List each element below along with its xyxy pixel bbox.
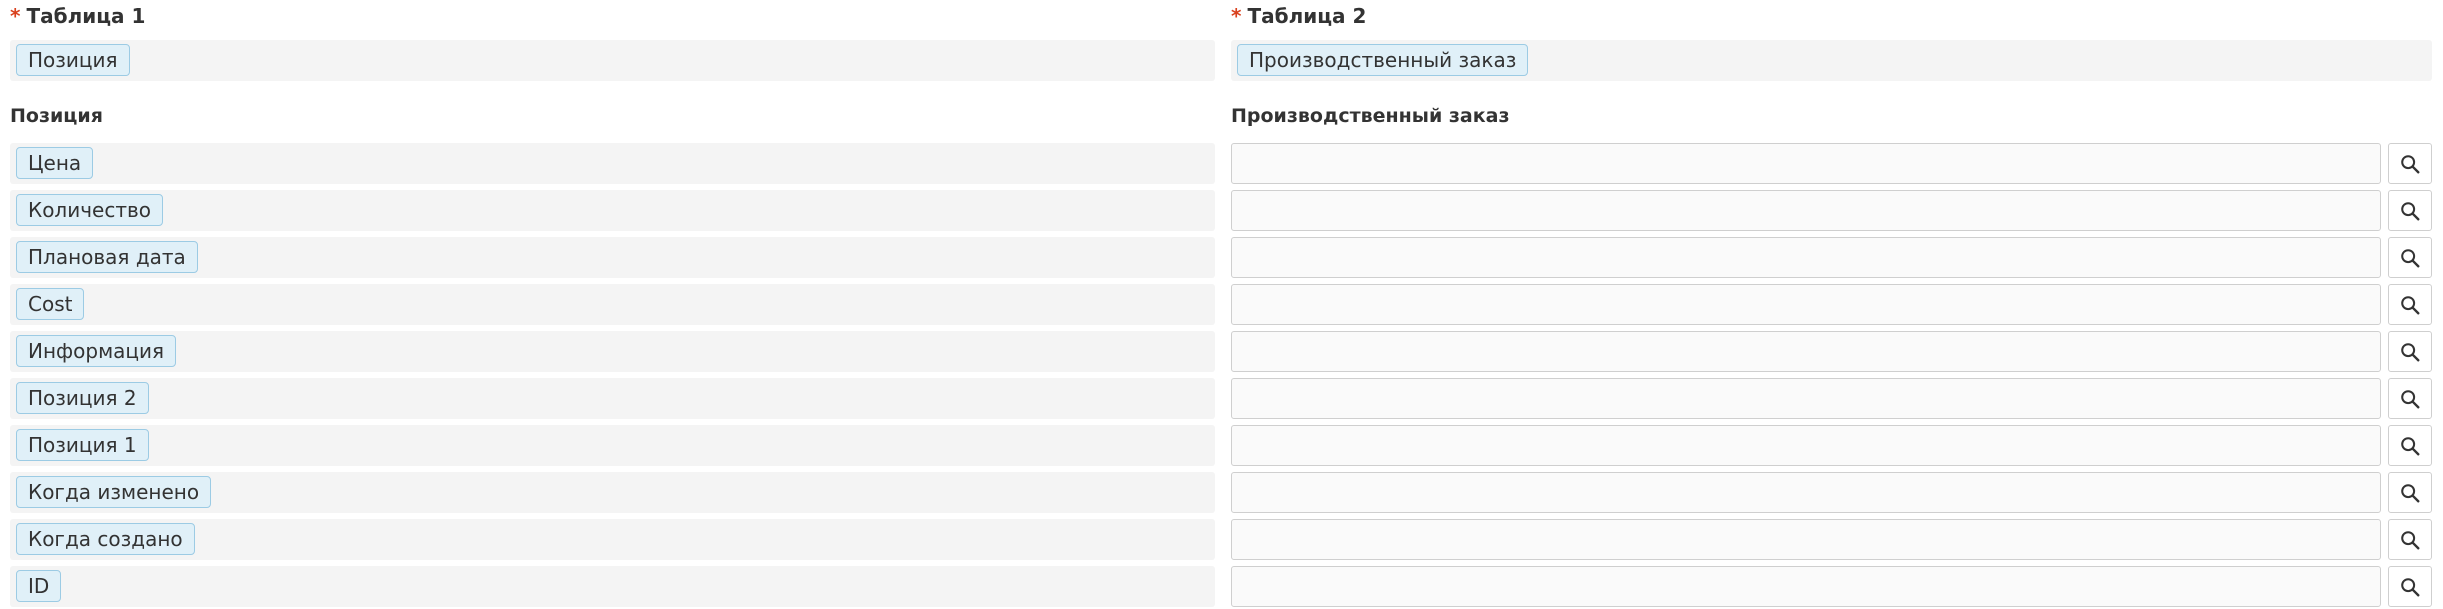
source-field-tag[interactable]: Позиция 1 [16, 429, 149, 461]
target-field-input[interactable] [1231, 284, 2381, 325]
search-button[interactable] [2388, 190, 2432, 231]
source-field-tag[interactable]: Позиция 2 [16, 382, 149, 414]
table-2-label-text: Таблица 2 [1247, 4, 1367, 28]
source-field-row: Когда создано [10, 519, 1215, 560]
source-field-row: Цена [10, 143, 1215, 184]
search-button[interactable] [2388, 566, 2432, 607]
table-2-tag[interactable]: Производственный заказ [1237, 44, 1529, 76]
required-mark: * [1231, 4, 1242, 28]
source-field-row: Когда изменено [10, 472, 1215, 513]
table-1-label: * Таблица 1 [10, 4, 145, 28]
search-icon [2401, 436, 2420, 455]
target-field-input[interactable] [1231, 190, 2381, 231]
target-field-input[interactable] [1231, 519, 2381, 560]
target-field-input[interactable] [1231, 425, 2381, 466]
source-field-tag[interactable]: Когда изменено [16, 476, 212, 508]
source-field-row: Cost [10, 284, 1215, 325]
search-button[interactable] [2388, 378, 2432, 419]
search-icon [2401, 248, 2420, 267]
search-button[interactable] [2388, 143, 2432, 184]
right-fields-heading: Производственный заказ [1231, 105, 1510, 127]
source-field-row: Плановая дата [10, 237, 1215, 278]
search-icon [2401, 201, 2420, 220]
search-icon [2401, 342, 2420, 361]
target-field-input[interactable] [1231, 472, 2381, 513]
search-icon [2401, 577, 2420, 596]
source-field-row: Информация [10, 331, 1215, 372]
table-2-selector[interactable]: Производственный заказ [1231, 40, 2432, 81]
search-button[interactable] [2388, 519, 2432, 560]
source-field-tag[interactable]: Плановая дата [16, 241, 198, 273]
source-field-tag[interactable]: Информация [16, 335, 177, 367]
source-field-row: Позиция 2 [10, 378, 1215, 419]
target-field-input[interactable] [1231, 378, 2381, 419]
source-field-tag[interactable]: ID [16, 570, 62, 602]
search-button[interactable] [2388, 284, 2432, 325]
source-field-tag[interactable]: Когда создано [16, 523, 195, 555]
search-icon [2401, 483, 2420, 502]
source-field-row: Количество [10, 190, 1215, 231]
search-button[interactable] [2388, 237, 2432, 278]
field-mapping-form: * Таблица 1 Позиция Позиция Цена Количест… [0, 0, 2443, 609]
target-field-input[interactable] [1231, 143, 2381, 184]
source-field-tag[interactable]: Cost [16, 288, 85, 320]
source-field-tag[interactable]: Цена [16, 147, 94, 179]
source-field-row: Позиция 1 [10, 425, 1215, 466]
search-icon [2401, 295, 2420, 314]
search-icon [2401, 154, 2420, 173]
search-icon [2401, 389, 2420, 408]
left-fields-heading: Позиция [10, 105, 103, 127]
table-1-selector[interactable]: Позиция [10, 40, 1215, 81]
target-field-input[interactable] [1231, 331, 2381, 372]
table-1-tag[interactable]: Позиция [16, 44, 130, 76]
search-button[interactable] [2388, 472, 2432, 513]
target-field-input[interactable] [1231, 237, 2381, 278]
source-field-row: ID [10, 566, 1215, 607]
table-1-label-text: Таблица 1 [26, 4, 146, 28]
source-field-tag[interactable]: Количество [16, 194, 164, 226]
required-mark: * [10, 4, 21, 28]
search-button[interactable] [2388, 331, 2432, 372]
search-icon [2401, 530, 2420, 549]
table-2-label: * Таблица 2 [1231, 4, 1366, 28]
search-button[interactable] [2388, 425, 2432, 466]
target-field-input[interactable] [1231, 566, 2381, 607]
